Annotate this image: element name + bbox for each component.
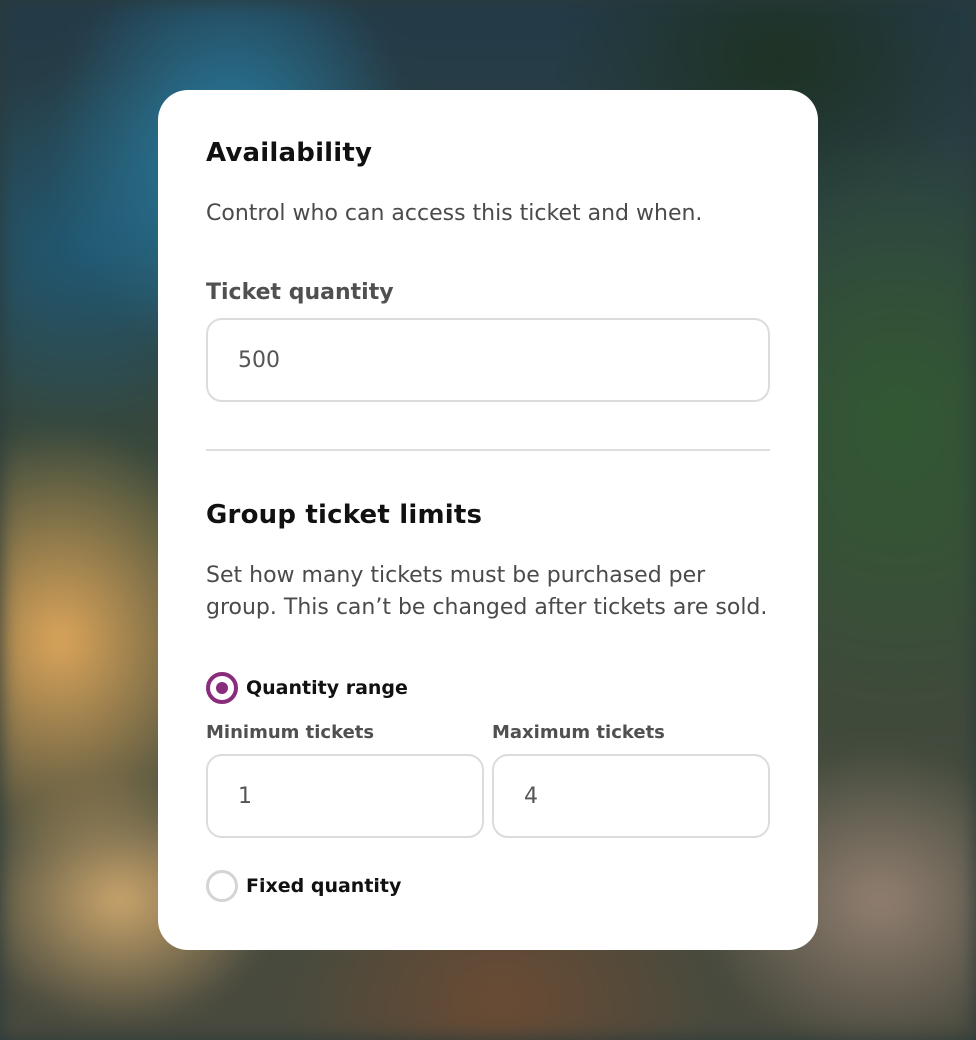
ticket-quantity-input[interactable] bbox=[206, 318, 770, 402]
minimum-tickets-label: Minimum tickets bbox=[206, 722, 375, 743]
availability-title: Availability bbox=[206, 138, 373, 168]
quantity-range-option[interactable]: Quantity range bbox=[206, 672, 408, 704]
quantity-range-label: Quantity range bbox=[246, 677, 408, 699]
maximum-tickets-label: Maximum tickets bbox=[492, 722, 665, 743]
maximum-tickets-input[interactable] bbox=[492, 754, 770, 838]
group-limits-title: Group ticket limits bbox=[206, 500, 483, 530]
fixed-quantity-label: Fixed quantity bbox=[246, 875, 402, 897]
ticket-quantity-label: Ticket quantity bbox=[206, 280, 394, 305]
availability-card: Availability Control who can access this… bbox=[158, 90, 818, 950]
fixed-quantity-radio[interactable] bbox=[206, 870, 238, 902]
quantity-range-radio[interactable] bbox=[206, 672, 238, 704]
fixed-quantity-option[interactable]: Fixed quantity bbox=[206, 870, 401, 902]
minimum-tickets-input[interactable] bbox=[206, 754, 484, 838]
group-limits-description: Set how many tickets must be purchased p… bbox=[206, 563, 768, 620]
section-divider bbox=[206, 449, 770, 451]
availability-description: Control who can access this ticket and w… bbox=[206, 201, 703, 226]
